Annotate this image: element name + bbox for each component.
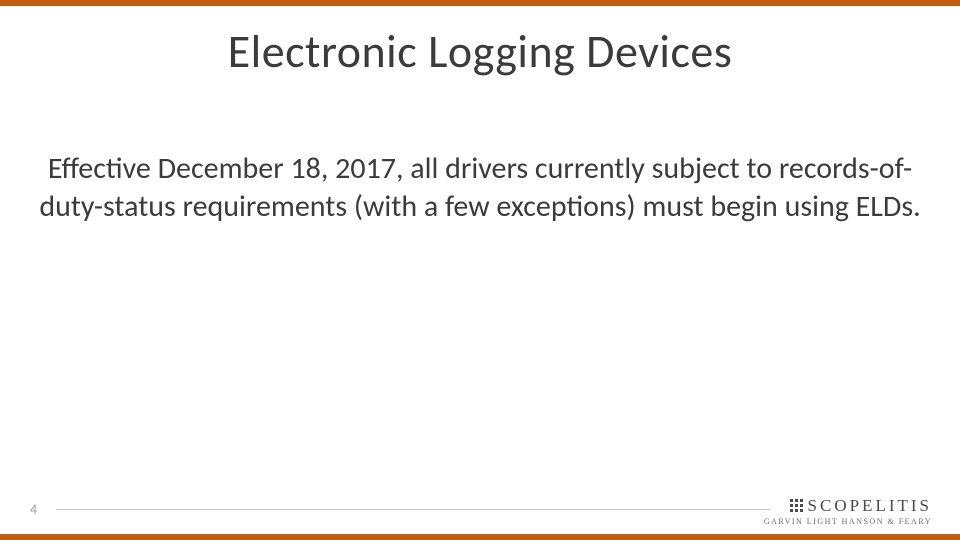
footer-divider — [56, 509, 770, 510]
brand-name-text: SCOPELITIS — [808, 496, 932, 515]
slide-body-text: Effective December 18, 2017, all drivers… — [38, 150, 922, 225]
brand-grid-icon — [790, 498, 804, 512]
page-number: 4 — [30, 501, 37, 518]
top-accent-bar — [0, 0, 960, 6]
brand-logo: SCOPELITIS GARVIN LIGHT HANSON & FEARY — [764, 496, 932, 526]
brand-name-row: SCOPELITIS — [764, 496, 932, 516]
slide-title: Electronic Logging Devices — [0, 24, 960, 80]
bottom-accent-bar — [0, 534, 960, 540]
brand-tagline: GARVIN LIGHT HANSON & FEARY — [764, 517, 932, 526]
